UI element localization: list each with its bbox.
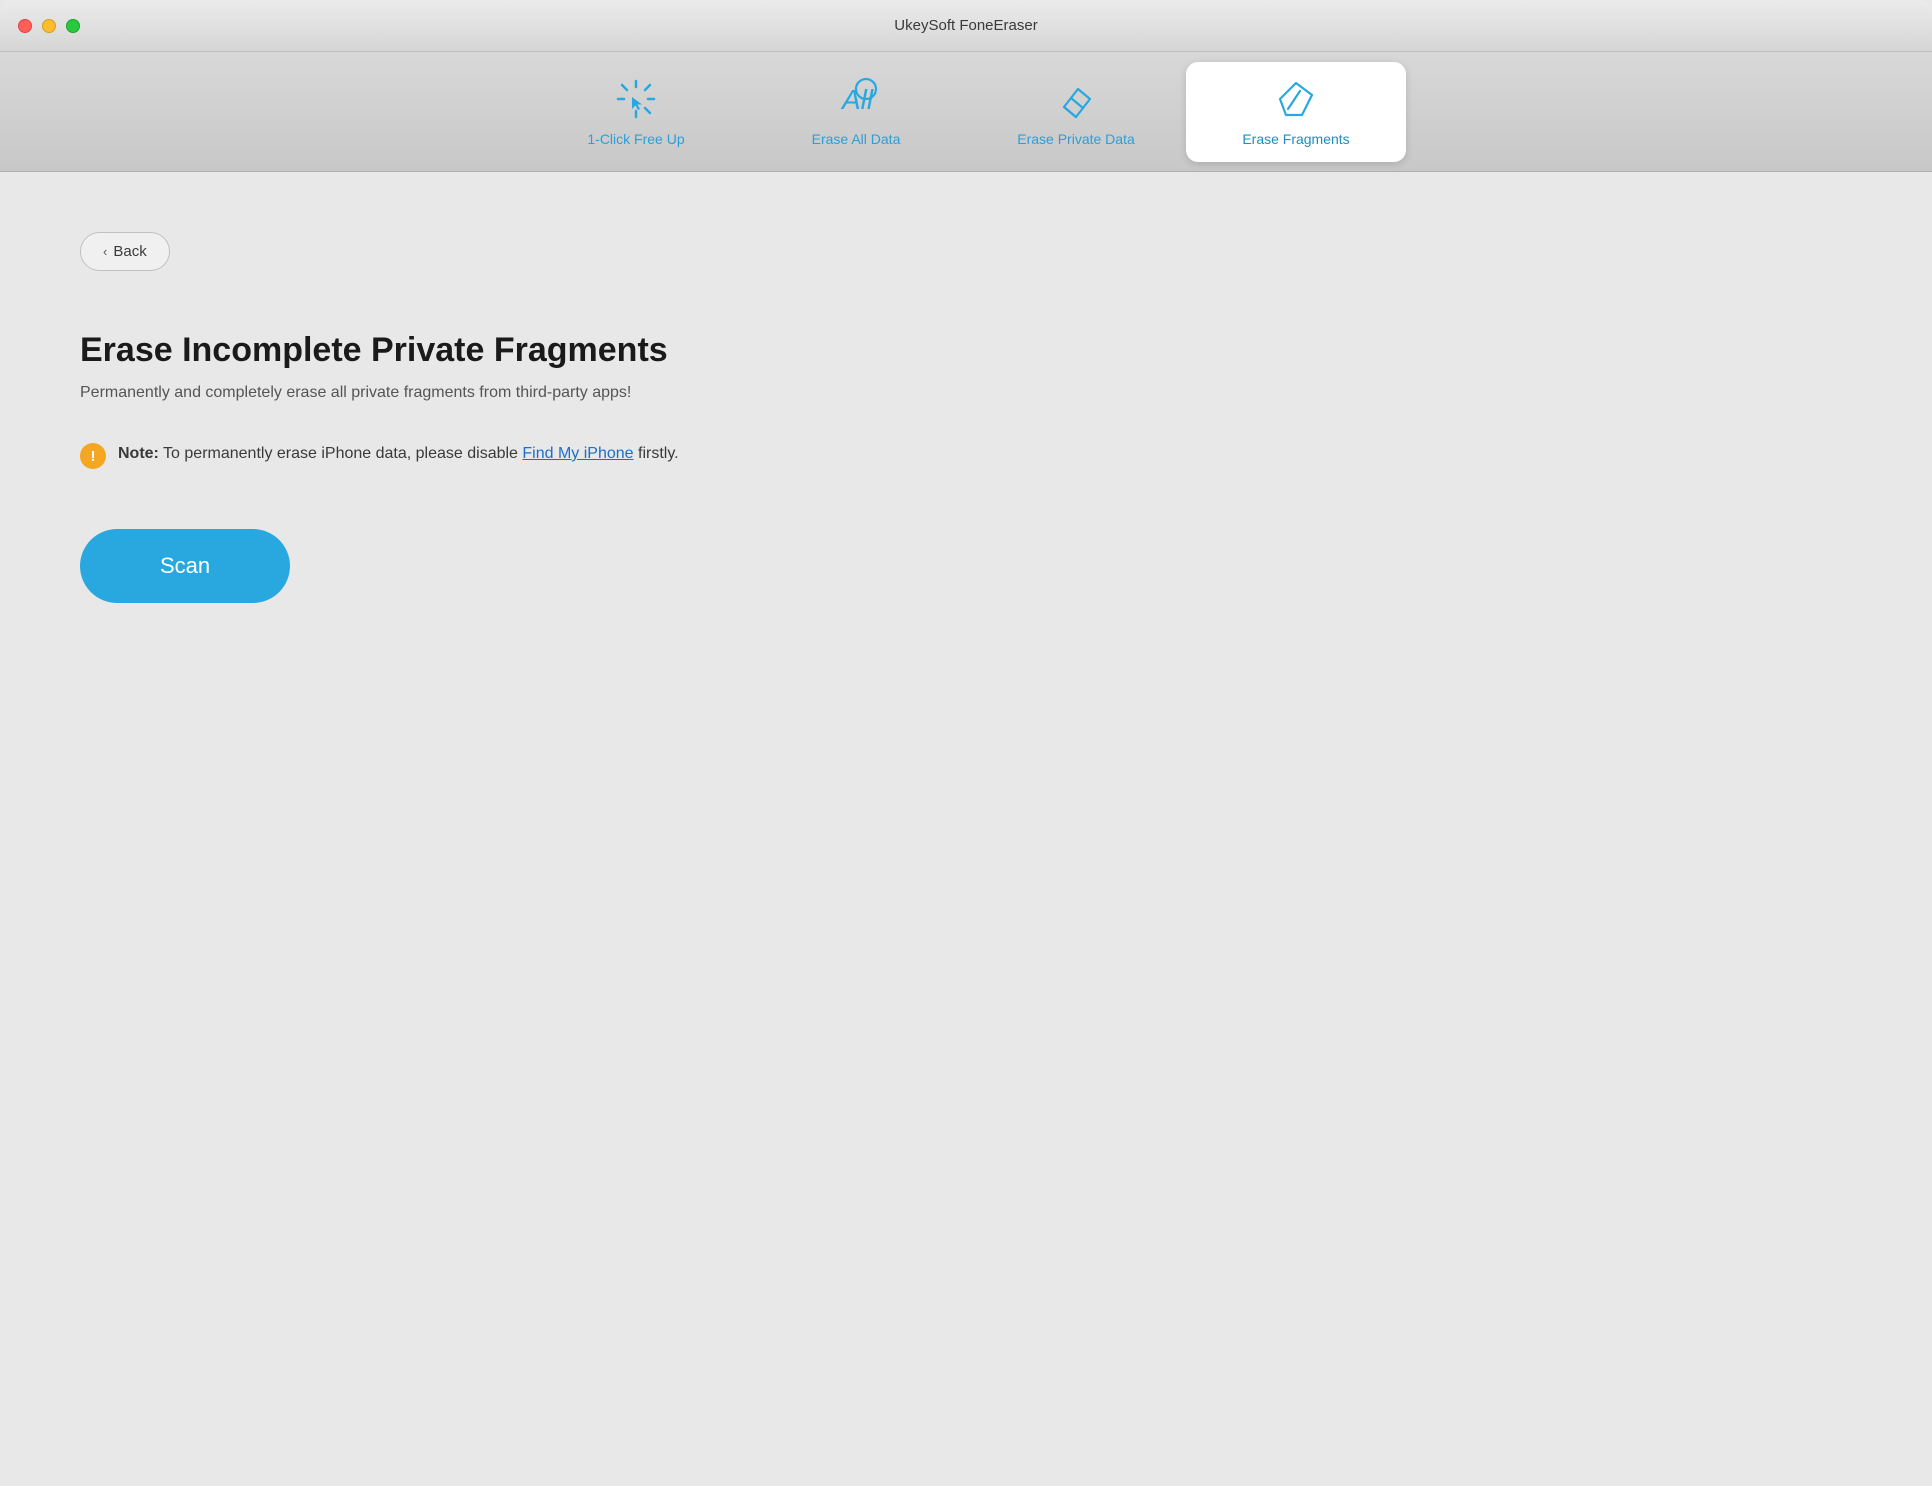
tab-one-click-free-up[interactable]: 1-Click Free Up [526,62,746,162]
main-content: ‹ Back Erase Incomplete Private Fragment… [0,172,1932,1486]
traffic-lights [18,19,80,33]
find-my-iphone-link[interactable]: Find My iPhone [522,445,633,462]
tab-erase-private-data[interactable]: Erase Private Data [966,62,1186,162]
cursor-click-icon [614,77,658,121]
title-bar: UkeySoft FoneEraser [0,0,1932,52]
note-body: To permanently erase iPhone data, please… [159,445,523,462]
erase-fragments-icon [1274,77,1318,121]
scan-button[interactable]: Scan [80,529,290,603]
tab-erase-fragments-label: Erase Fragments [1242,131,1349,147]
note-suffix: firstly. [634,445,679,462]
page-subheading: Permanently and completely erase all pri… [80,384,1852,402]
app-window: UkeySoft FoneEraser 1-Click Fre [0,0,1932,1486]
tab-erase-all-data[interactable]: All Erase All Data [746,62,966,162]
tab-erase-all-data-label: Erase All Data [812,131,901,147]
back-button[interactable]: ‹ Back [80,232,170,271]
note-row: ! Note: To permanently erase iPhone data… [80,442,1852,469]
toolbar: 1-Click Free Up All Erase All Data [0,52,1932,172]
page-heading: Erase Incomplete Private Fragments [80,331,1852,370]
scan-button-label: Scan [160,553,210,578]
back-button-label: Back [113,243,146,260]
tab-one-click-free-up-label: 1-Click Free Up [587,131,684,147]
window-title: UkeySoft FoneEraser [894,17,1037,34]
note-text: Note: To permanently erase iPhone data, … [118,442,679,466]
back-chevron-icon: ‹ [103,244,107,259]
tab-erase-private-data-label: Erase Private Data [1017,131,1135,147]
warning-icon: ! [80,443,106,469]
erase-all-icon: All [834,77,878,121]
erase-private-icon [1054,77,1098,121]
minimize-button[interactable] [42,19,56,33]
maximize-button[interactable] [66,19,80,33]
tab-erase-fragments[interactable]: Erase Fragments [1186,62,1406,162]
warning-icon-inner: ! [91,449,96,464]
close-button[interactable] [18,19,32,33]
note-label: Note: [118,445,159,462]
